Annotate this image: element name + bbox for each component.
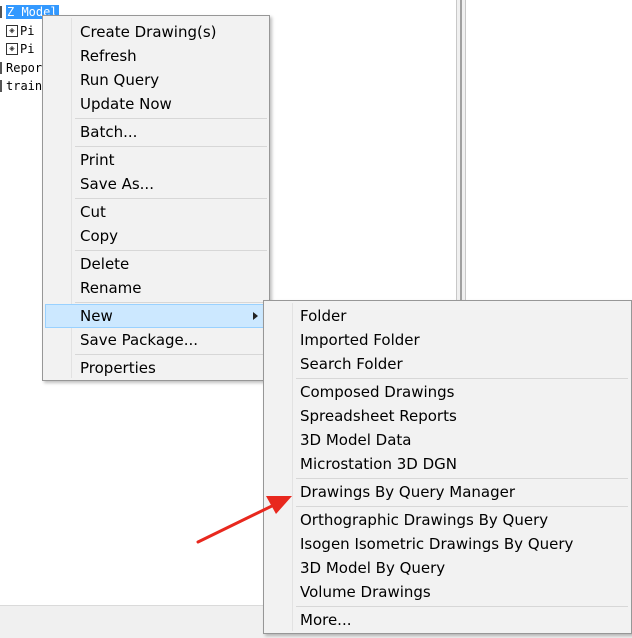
menu-item-label: 3D Model Data xyxy=(300,431,412,449)
menu-item-label: Batch... xyxy=(80,123,138,141)
menu-item-copy[interactable]: Copy xyxy=(45,224,267,248)
menu-item-label: Save As... xyxy=(80,175,154,193)
menu-item-cut[interactable]: Cut xyxy=(45,200,267,224)
menu-item-refresh[interactable]: Refresh xyxy=(45,44,267,68)
tree-row-label[interactable]: train xyxy=(6,79,42,93)
submenu-item-volume-drawings[interactable]: Volume Drawings xyxy=(266,580,628,604)
menu-item-label: Drawings By Query Manager xyxy=(300,483,515,501)
menu-item-update-now[interactable]: Update Now xyxy=(45,92,267,116)
menu-separator xyxy=(75,354,267,355)
tree-line xyxy=(0,6,2,18)
menu-item-label: Composed Drawings xyxy=(300,383,455,401)
menu-separator xyxy=(296,378,628,379)
submenu-item-spreadsheet-reports[interactable]: Spreadsheet Reports xyxy=(266,404,628,428)
menu-item-delete[interactable]: Delete xyxy=(45,252,267,276)
drawing-icon: ◈ xyxy=(6,25,18,37)
submenu-item-orthographic-drawings-by-query[interactable]: Orthographic Drawings By Query xyxy=(266,508,628,532)
menu-item-label: Delete xyxy=(80,255,130,273)
tree-row-pi-2[interactable]: ◈ Pi xyxy=(0,40,34,58)
menu-separator xyxy=(75,118,267,119)
menu-separator xyxy=(75,250,267,251)
submenu-item-3d-model-by-query[interactable]: 3D Model By Query xyxy=(266,556,628,580)
tree-row-label[interactable]: Repor xyxy=(6,61,42,75)
menu-item-print[interactable]: Print xyxy=(45,148,267,172)
menu-separator xyxy=(75,146,267,147)
menu-item-label: Update Now xyxy=(80,95,172,113)
tree-row-train[interactable]: train xyxy=(0,77,42,95)
menu-item-label: Microstation 3D DGN xyxy=(300,455,458,473)
submenu-item-drawings-by-query-manager[interactable]: Drawings By Query Manager xyxy=(266,480,628,504)
menu-separator xyxy=(75,302,267,303)
menu-item-label: Properties xyxy=(80,359,156,377)
menu-item-save-as[interactable]: Save As... xyxy=(45,172,267,196)
new-submenu: Folder Imported Folder Search Folder Com… xyxy=(263,300,632,634)
menu-item-properties[interactable]: Properties xyxy=(45,356,267,380)
menu-item-label: Print xyxy=(80,151,115,169)
menu-item-save-package[interactable]: Save Package... xyxy=(45,328,267,352)
menu-item-new[interactable]: New xyxy=(45,304,267,328)
tree-line xyxy=(0,80,2,92)
menu-item-label: Cut xyxy=(80,203,106,221)
submenu-item-microstation-3d-dgn[interactable]: Microstation 3D DGN xyxy=(266,452,628,476)
menu-item-rename[interactable]: Rename xyxy=(45,276,267,300)
tree-row-reports[interactable]: Repor xyxy=(0,59,42,77)
menu-item-label: More... xyxy=(300,611,352,629)
menu-item-label: Rename xyxy=(80,279,142,297)
submenu-item-folder[interactable]: Folder xyxy=(266,304,628,328)
submenu-arrow-icon xyxy=(253,312,258,320)
drawing-icon: ◈ xyxy=(6,43,18,55)
menu-item-label: Volume Drawings xyxy=(300,583,431,601)
menu-item-label: Run Query xyxy=(80,71,160,89)
submenu-item-more[interactable]: More... xyxy=(266,608,628,632)
menu-item-batch[interactable]: Batch... xyxy=(45,120,267,144)
tree-row-label[interactable]: Pi xyxy=(20,42,34,56)
menu-item-label: Imported Folder xyxy=(300,331,420,349)
menu-item-label: Orthographic Drawings By Query xyxy=(300,511,549,529)
menu-item-label: Spreadsheet Reports xyxy=(300,407,457,425)
menu-item-label: Isogen Isometric Drawings By Query xyxy=(300,535,574,553)
submenu-item-isogen-isometric-drawings-by-query[interactable]: Isogen Isometric Drawings By Query xyxy=(266,532,628,556)
tree-line xyxy=(0,62,2,74)
menu-item-label: Refresh xyxy=(80,47,137,65)
menu-item-run-query[interactable]: Run Query xyxy=(45,68,267,92)
tree-row-pi-1[interactable]: ◈ Pi xyxy=(0,22,34,40)
menu-item-label: Search Folder xyxy=(300,355,403,373)
menu-separator xyxy=(296,606,628,607)
menu-separator xyxy=(296,506,628,507)
menu-separator xyxy=(75,198,267,199)
menu-item-label: Create Drawing(s) xyxy=(80,23,217,41)
submenu-item-composed-drawings[interactable]: Composed Drawings xyxy=(266,380,628,404)
tree-row-label[interactable]: Pi xyxy=(20,24,34,38)
menu-item-label: Save Package... xyxy=(80,331,199,349)
submenu-item-3d-model-data[interactable]: 3D Model Data xyxy=(266,428,628,452)
menu-item-label: 3D Model By Query xyxy=(300,559,446,577)
submenu-item-search-folder[interactable]: Search Folder xyxy=(266,352,628,376)
menu-separator xyxy=(296,478,628,479)
menu-item-create-drawings[interactable]: Create Drawing(s) xyxy=(45,20,267,44)
menu-item-label: New xyxy=(80,307,113,325)
menu-item-label: Folder xyxy=(300,307,347,325)
submenu-item-imported-folder[interactable]: Imported Folder xyxy=(266,328,628,352)
menu-item-label: Copy xyxy=(80,227,119,245)
context-menu: Create Drawing(s) Refresh Run Query Upda… xyxy=(42,15,270,381)
